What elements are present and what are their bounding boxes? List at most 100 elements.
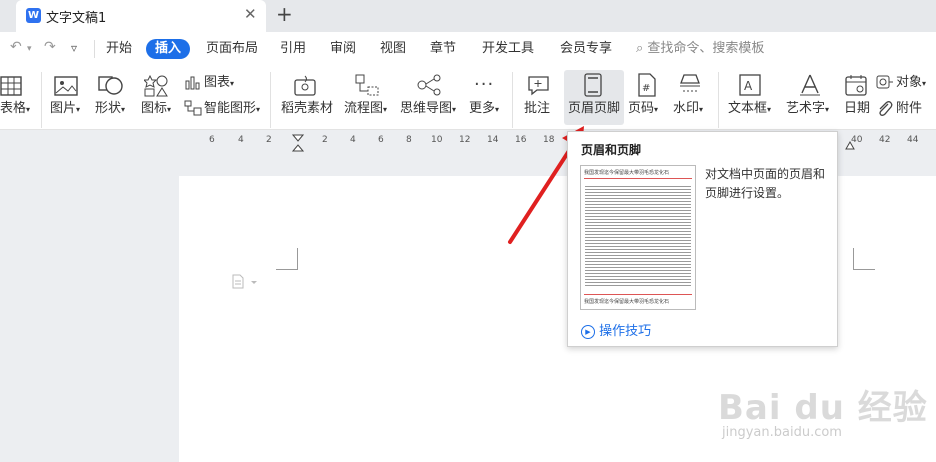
separator: [718, 72, 719, 128]
picture-button[interactable]: 图片▾: [50, 101, 80, 118]
chart-label: 图表: [204, 75, 231, 90]
menu-member[interactable]: 会员专享: [560, 41, 612, 57]
ruler-tick: 10: [431, 135, 443, 145]
menu-bar: [0, 32, 936, 65]
writer-app-icon: W: [26, 8, 41, 23]
wordart-label: 艺术字: [786, 101, 826, 116]
icon-label: 图标: [141, 101, 168, 116]
smart-graphic-button[interactable]: 智能图形▾: [204, 101, 260, 118]
object-label: 对象: [896, 75, 923, 90]
shape-icon[interactable]: [98, 73, 124, 97]
paragraph-layout-icon[interactable]: [232, 274, 258, 290]
icon-button[interactable]: 图标▾: [141, 101, 171, 118]
menu-insert[interactable]: 插入: [146, 39, 190, 59]
smart-graphic-label: 智能图形: [204, 101, 257, 116]
svg-text:A: A: [744, 79, 753, 93]
document-tab[interactable]: W 文字文稿1 ✕: [16, 0, 266, 32]
chevron-down-icon: ▾: [452, 105, 457, 114]
margin-corner-mark: [276, 248, 298, 270]
date-button[interactable]: 日期: [844, 101, 870, 117]
tooltip-preview-image: 我国发现迄今保留最大带羽毛恐龙化石 我国发现迄今保留最大带羽毛恐龙化石: [580, 165, 696, 310]
chevron-down-icon: ▾: [767, 105, 772, 114]
menu-references[interactable]: 引用: [280, 41, 306, 57]
table-button[interactable]: 表格▾: [0, 101, 30, 118]
shell-material-button[interactable]: 稻壳素材: [281, 101, 333, 117]
tips-link-label: 操作技巧: [599, 324, 652, 339]
undo-icon[interactable]: ↶: [10, 39, 22, 55]
menu-page-layout[interactable]: 页面布局: [206, 41, 258, 57]
menu-review[interactable]: 审阅: [330, 41, 356, 57]
chevron-down-icon: ▾: [922, 79, 927, 88]
ruler-tick: 6: [378, 135, 384, 145]
flowchart-button[interactable]: 流程图▾: [344, 101, 387, 118]
watermark-icon[interactable]: [678, 73, 702, 97]
new-tab-plus-icon[interactable]: +: [276, 2, 293, 26]
chevron-down-icon: ▾: [383, 105, 388, 114]
page-number-button[interactable]: 页码▾: [628, 101, 658, 118]
chart-icon[interactable]: [184, 74, 200, 90]
chevron-down-icon: ▾: [121, 105, 126, 114]
flowchart-icon[interactable]: [354, 73, 380, 97]
comment-button[interactable]: 批注: [524, 101, 550, 117]
object-button[interactable]: 对象▾: [896, 75, 926, 92]
icon-library-icon[interactable]: [144, 75, 168, 97]
mindmap-icon[interactable]: [416, 73, 442, 97]
tooltip-title: 页眉和页脚: [581, 143, 642, 157]
menu-view[interactable]: 视图: [380, 41, 406, 57]
redo-icon[interactable]: ↷: [44, 39, 56, 55]
shape-button[interactable]: 形状▾: [95, 101, 125, 118]
mindmap-button[interactable]: 思维导图▾: [400, 101, 456, 118]
header-footer-button[interactable]: 页眉页脚: [568, 101, 620, 117]
ruler-indent-marker[interactable]: [292, 134, 304, 154]
ruler-tick: 4: [350, 135, 356, 145]
attachment-button[interactable]: 附件: [896, 101, 922, 117]
command-search[interactable]: ⌕ 查找命令、搜索模板: [636, 41, 764, 57]
table-icon[interactable]: [0, 75, 22, 97]
chevron-down-icon: ▾: [256, 105, 261, 114]
paperclip-icon[interactable]: [876, 100, 894, 116]
wordart-button[interactable]: 艺术字▾: [786, 101, 829, 118]
chart-button[interactable]: 图表▾: [204, 75, 234, 92]
textbox-label: 文本框: [728, 101, 768, 116]
header-footer-icon[interactable]: [582, 73, 604, 97]
shell-material-icon[interactable]: [293, 74, 317, 98]
ruler-tick: 8: [406, 135, 412, 145]
mindmap-label: 思维导图: [400, 101, 453, 116]
chevron-down-icon: ▾: [699, 105, 704, 114]
search-placeholder: 查找命令、搜索模板: [647, 41, 765, 56]
more-label: 更多: [469, 101, 496, 116]
watermark-button[interactable]: 水印▾: [673, 101, 703, 118]
right-indent-marker[interactable]: [845, 140, 855, 150]
wordart-icon[interactable]: [798, 73, 822, 97]
quick-access-dropdown-icon[interactable]: ▿: [71, 41, 77, 55]
smart-graphic-icon[interactable]: [184, 100, 202, 116]
tips-link[interactable]: ▶ 操作技巧: [581, 320, 651, 339]
menu-start[interactable]: 开始: [106, 41, 132, 57]
textbox-button[interactable]: 文本框▾: [728, 101, 771, 118]
chevron-down-icon: ▾: [230, 79, 235, 88]
margin-corner-mark: [853, 248, 875, 270]
close-icon[interactable]: ✕: [244, 5, 257, 23]
page-number-icon[interactable]: #: [636, 73, 658, 97]
play-circle-icon: ▶: [581, 325, 595, 339]
table-label: 表格: [0, 101, 27, 116]
ruler-tick: 12: [459, 135, 471, 145]
more-button[interactable]: 更多▾: [469, 101, 499, 118]
undo-dropdown-icon[interactable]: ▾: [27, 44, 32, 54]
preview-header-line: [584, 178, 692, 179]
date-icon[interactable]: [844, 73, 868, 97]
document-title: 文字文稿1: [46, 11, 107, 26]
menu-chapter[interactable]: 章节: [430, 41, 456, 57]
object-icon[interactable]: [876, 74, 894, 90]
chevron-down-icon: ▾: [825, 105, 830, 114]
textbox-icon[interactable]: A: [738, 73, 762, 97]
menu-developer-tools[interactable]: 开发工具: [482, 41, 534, 57]
picture-icon[interactable]: [54, 75, 78, 97]
more-dots-icon[interactable]: ···: [474, 74, 494, 95]
search-icon: ⌕: [636, 41, 644, 56]
shape-label: 形状: [95, 101, 122, 116]
preview-body-lines: [585, 184, 691, 287]
page-number-label: 页码: [628, 101, 655, 116]
comment-icon[interactable]: [526, 73, 552, 97]
preview-footer-line: [584, 294, 692, 295]
